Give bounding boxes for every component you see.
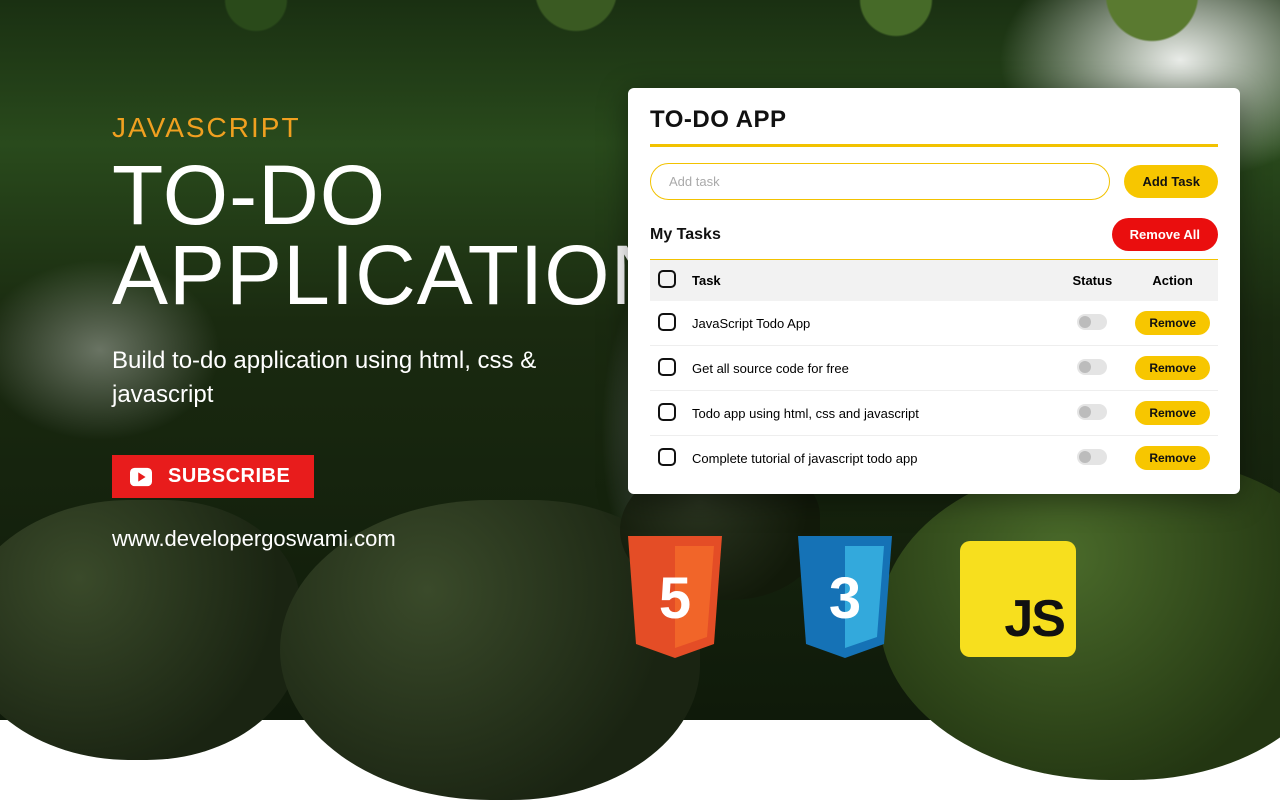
subscribe-button[interactable]: SUBSCRIBE: [112, 455, 314, 498]
task-checkbox[interactable]: [658, 358, 676, 376]
accent-divider: [650, 144, 1218, 147]
tasks-table: Task Status Action JavaScript Todo App R…: [650, 260, 1218, 480]
add-task-row: Add Task: [650, 163, 1218, 200]
headline-block: JAVASCRIPT TO-DO APPLICATION Build to-do…: [112, 112, 612, 552]
table-row: Get all source code for free Remove: [650, 346, 1218, 391]
table-row: Todo app using html, css and javascript …: [650, 391, 1218, 436]
html5-logo-icon: 5: [620, 536, 730, 662]
js-glyph: JS: [1004, 589, 1064, 649]
table-row: Complete tutorial of javascript todo app…: [650, 436, 1218, 481]
css3-logo-icon: 3: [790, 536, 900, 662]
status-toggle[interactable]: [1077, 359, 1107, 375]
website-url: www.developergoswami.com: [112, 526, 612, 552]
todo-app-card: TO-DO APP Add Task My Tasks Remove All T…: [628, 88, 1240, 494]
youtube-icon: [126, 466, 156, 488]
table-row: JavaScript Todo App Remove: [650, 301, 1218, 346]
table-header-row: Task Status Action: [650, 260, 1218, 301]
add-task-input[interactable]: [650, 163, 1110, 200]
status-toggle[interactable]: [1077, 314, 1107, 330]
javascript-logo-icon: JS: [960, 541, 1076, 657]
main-title: TO-DO APPLICATION: [112, 156, 612, 316]
col-checkbox: [650, 260, 684, 301]
status-toggle[interactable]: [1077, 449, 1107, 465]
app-title: TO-DO APP: [650, 106, 1218, 134]
title-line-2: APPLICATION: [112, 236, 612, 316]
remove-button[interactable]: Remove: [1135, 311, 1210, 335]
task-text: JavaScript Todo App: [684, 301, 1057, 346]
remove-button[interactable]: Remove: [1135, 401, 1210, 425]
col-status: Status: [1057, 260, 1127, 301]
remove-button[interactable]: Remove: [1135, 356, 1210, 380]
svg-text:3: 3: [829, 566, 861, 631]
status-toggle[interactable]: [1077, 404, 1107, 420]
task-text: Get all source code for free: [684, 346, 1057, 391]
subtitle-text: Build to-do application using html, css …: [112, 344, 612, 414]
subscribe-label: SUBSCRIBE: [168, 465, 290, 488]
task-checkbox[interactable]: [658, 403, 676, 421]
remove-all-button[interactable]: Remove All: [1112, 218, 1218, 251]
checkbox-icon[interactable]: [658, 270, 676, 288]
svg-text:5: 5: [659, 566, 691, 631]
tech-logos: 5 3 JS: [620, 536, 1076, 662]
remove-button[interactable]: Remove: [1135, 446, 1210, 470]
col-task: Task: [684, 260, 1057, 301]
my-tasks-header: My Tasks Remove All: [650, 218, 1218, 251]
col-action: Action: [1127, 260, 1218, 301]
my-tasks-heading: My Tasks: [650, 226, 721, 244]
task-text: Complete tutorial of javascript todo app: [684, 436, 1057, 481]
kicker-text: JAVASCRIPT: [112, 112, 612, 144]
task-checkbox[interactable]: [658, 313, 676, 331]
task-checkbox[interactable]: [658, 448, 676, 466]
title-line-1: TO-DO: [112, 156, 612, 236]
task-text: Todo app using html, css and javascript: [684, 391, 1057, 436]
add-task-button[interactable]: Add Task: [1124, 165, 1218, 198]
